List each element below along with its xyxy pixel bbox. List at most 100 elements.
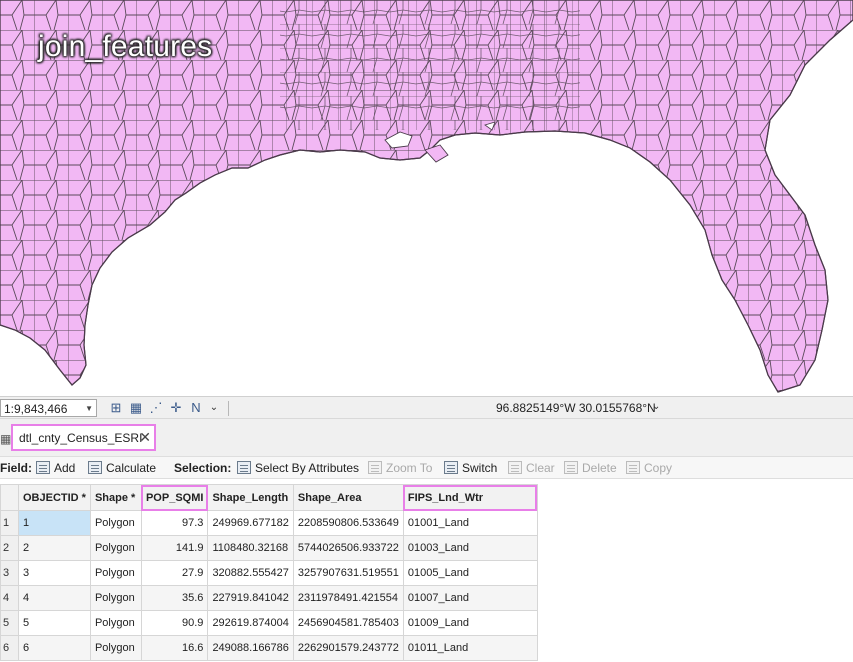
cell-fips[interactable]: 01009_Land: [402, 610, 538, 636]
tab-title: dtl_cnty_Census_ESRI: [19, 431, 143, 445]
table-row[interactable]: 3 3 Polygon 27.9 320882.555427 325790763…: [0, 560, 538, 586]
row-number[interactable]: 6: [0, 635, 19, 661]
cell-shape-length[interactable]: 1108480.32168: [207, 535, 294, 561]
cell-objectid[interactable]: 5: [18, 610, 91, 636]
cell-fips[interactable]: 01003_Land: [402, 535, 538, 561]
cell-pop-sqmi[interactable]: 90.9: [140, 610, 209, 636]
cell-pop-sqmi[interactable]: 97.3: [140, 510, 209, 536]
cell-shape-area[interactable]: 2262901579.243772: [292, 635, 404, 661]
cell-shape-length[interactable]: 249969.677182: [207, 510, 294, 536]
cell-shape-area[interactable]: 3257907631.519551: [292, 560, 404, 586]
table-row[interactable]: 6 6 Polygon 16.6 249088.166786 226290157…: [0, 635, 538, 661]
fixed-zoom-icon[interactable]: ⊞: [108, 400, 124, 416]
chevron-down-icon[interactable]: ⌄: [206, 400, 222, 416]
cell-pop-sqmi[interactable]: 141.9: [140, 535, 209, 561]
layer-name-overlay: join_features: [38, 30, 213, 63]
switch-selection-button[interactable]: Switch: [444, 461, 497, 475]
tab-attribute-table[interactable]: dtl_cnty_Census_ESRI ✕: [11, 424, 156, 451]
cell-shape-length[interactable]: 227919.841042: [207, 585, 294, 611]
select-by-attributes-button[interactable]: Select By Attributes: [237, 461, 359, 475]
table-icon: ▦: [0, 432, 12, 446]
cell-fips[interactable]: 01005_Land: [402, 560, 538, 586]
switch-icon: [444, 461, 458, 474]
table-tab-bar: ▦ dtl_cnty_Census_ESRI ✕: [0, 419, 853, 456]
row-number[interactable]: 2: [0, 535, 19, 561]
map-view[interactable]: join_features: [0, 0, 853, 396]
snapping-icon[interactable]: ⋰: [148, 400, 164, 416]
calculate-label: Calculate: [106, 461, 157, 475]
scale-value: 1:9,843,466: [4, 402, 68, 416]
copy-icon: [626, 461, 640, 474]
column-header-fips-lnd-wtr[interactable]: FIPS_Lnd_Wtr: [402, 484, 538, 511]
table-row[interactable]: 2 2 Polygon 141.9 1108480.32168 57440265…: [0, 535, 538, 561]
selection-label: Selection:: [174, 461, 232, 475]
cell-fips[interactable]: 01001_Land: [402, 510, 538, 536]
grid-icon[interactable]: ▦: [128, 400, 144, 416]
cell-shape[interactable]: Polygon: [89, 585, 142, 611]
attribute-table-grid: OBJECTID * Shape * POP_SQMI Shape_Length…: [0, 484, 538, 661]
cell-objectid[interactable]: 6: [18, 635, 91, 661]
delete-icon: [564, 461, 578, 474]
cell-objectid[interactable]: 2: [18, 535, 91, 561]
cell-shape-length[interactable]: 292619.874004: [207, 610, 294, 636]
field-label: Field:: [0, 461, 32, 475]
row-number[interactable]: 5: [0, 610, 19, 636]
row-number[interactable]: 1: [0, 510, 19, 536]
cell-shape[interactable]: Polygon: [89, 560, 142, 586]
chevron-down-icon[interactable]: ▼: [85, 404, 93, 413]
column-header-shape-area[interactable]: Shape_Area: [292, 484, 404, 511]
cell-shape-area[interactable]: 5744026506.933722: [292, 535, 404, 561]
clear-selection-button[interactable]: Clear: [508, 461, 555, 475]
column-header-objectid[interactable]: OBJECTID *: [18, 484, 91, 511]
arcgis-pro-window: join_features 1:9,843,466 ▼ ⊞ ▦ ⋰ ✛ N ⌄ …: [0, 0, 853, 662]
close-icon[interactable]: ✕: [139, 429, 151, 446]
table-row[interactable]: 4 4 Polygon 35.6 227919.841042 231197849…: [0, 585, 538, 611]
table-toolbar: Field: Add Calculate Selection: Select B…: [0, 456, 853, 479]
cell-fips[interactable]: 01007_Land: [402, 585, 538, 611]
calculate-field-button[interactable]: Calculate: [88, 461, 156, 475]
zoom-to-button[interactable]: Zoom To: [368, 461, 432, 475]
table-row[interactable]: 1 1 Polygon 97.3 249969.677182 220859080…: [0, 510, 538, 536]
cell-fips[interactable]: 01011_Land: [402, 635, 538, 661]
cell-shape-area[interactable]: 2208590806.533649: [292, 510, 404, 536]
copy-button[interactable]: Copy: [626, 461, 672, 475]
chevron-down-icon[interactable]: ⌄: [652, 401, 660, 412]
cell-shape-length[interactable]: 249088.166786: [207, 635, 294, 661]
cell-shape[interactable]: Polygon: [89, 635, 142, 661]
copy-label: Copy: [644, 461, 673, 475]
cell-objectid[interactable]: 1: [18, 510, 91, 536]
zoom-to-icon: [368, 461, 382, 474]
scale-dropdown[interactable]: 1:9,843,466 ▼: [0, 399, 97, 417]
delete-label: Delete: [582, 461, 617, 475]
cell-pop-sqmi[interactable]: 35.6: [140, 585, 209, 611]
column-header-shape[interactable]: Shape *: [89, 484, 142, 511]
column-header-pop-sqmi[interactable]: POP_SQMI: [140, 484, 209, 511]
cell-objectid[interactable]: 4: [18, 585, 91, 611]
delete-button[interactable]: Delete: [564, 461, 617, 475]
cell-shape-area[interactable]: 2311978491.421554: [292, 585, 404, 611]
clear-label: Clear: [526, 461, 555, 475]
switch-label: Switch: [462, 461, 498, 475]
cell-shape[interactable]: Polygon: [89, 510, 142, 536]
column-header-shape-length[interactable]: Shape_Length: [207, 484, 294, 511]
row-number[interactable]: 4: [0, 585, 19, 611]
cell-shape-area[interactable]: 2456904581.785403: [292, 610, 404, 636]
row-selector-header[interactable]: [0, 484, 19, 511]
cell-shape[interactable]: Polygon: [89, 610, 142, 636]
table-header-row: OBJECTID * Shape * POP_SQMI Shape_Length…: [0, 484, 538, 511]
calculator-icon: [88, 461, 102, 474]
cell-shape-length[interactable]: 320882.555427: [207, 560, 294, 586]
row-number[interactable]: 3: [0, 560, 19, 586]
select-by-attributes-icon: [237, 461, 251, 474]
cell-objectid[interactable]: 3: [18, 560, 91, 586]
add-field-label: Add: [54, 461, 76, 475]
select-by-attributes-label: Select By Attributes: [255, 461, 360, 475]
cell-pop-sqmi[interactable]: 16.6: [140, 635, 209, 661]
pan-icon[interactable]: ✛: [168, 400, 184, 416]
cell-pop-sqmi[interactable]: 27.9: [140, 560, 209, 586]
table-row[interactable]: 5 5 Polygon 90.9 292619.874004 245690458…: [0, 610, 538, 636]
cell-shape[interactable]: Polygon: [89, 535, 142, 561]
add-field-button[interactable]: Add: [36, 461, 75, 475]
attribute-table[interactable]: OBJECTID * Shape * POP_SQMI Shape_Length…: [0, 479, 853, 662]
north-arrow-icon[interactable]: N: [188, 400, 204, 416]
